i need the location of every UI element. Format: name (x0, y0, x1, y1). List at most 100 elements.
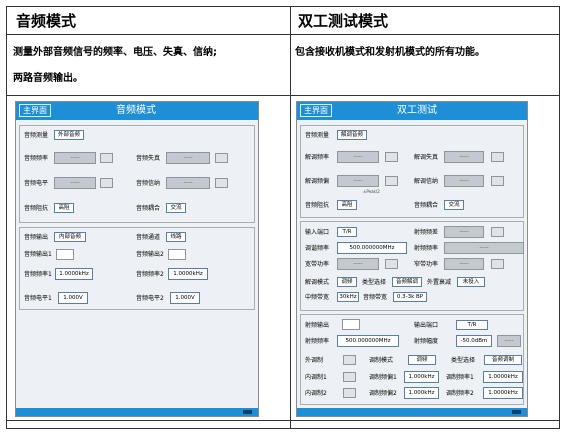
freq-toggle[interactable] (100, 153, 113, 163)
int-mod1-label: 内调制1 (305, 374, 327, 381)
column-divider (290, 7, 291, 428)
ext-atten-select[interactable]: 未投入 (457, 277, 485, 287)
rf-amp-input[interactable]: -50.0dBm (456, 335, 492, 347)
audio-mode-screen: 主界面 音频模式 音频测量 外部音频 音频频率 ----- 音频失真 -----… (15, 101, 259, 417)
freq1-input[interactable]: 1.0000kHz (55, 268, 93, 280)
input-port-select[interactable]: T/R (337, 227, 357, 237)
rf-amp-label: 射频幅度 (414, 338, 439, 345)
duplex-mode-description: 包含接收机模式和发射机模式的所有功能。 (295, 47, 485, 58)
rf-output-switch[interactable] (342, 319, 360, 330)
freq-label: 音频频率 (24, 155, 49, 162)
coupling-select[interactable]: 交流 (166, 203, 186, 213)
demod-section: 音频测量 解调音频 解调频率 ----- 解调失真 ----- 解调频偏 ---… (300, 125, 524, 218)
rf-freq-out-label: 射频频率 (305, 338, 330, 345)
mod-rate1-label: 调制频率1 (446, 374, 474, 381)
output2-label: 音频输出2 (136, 251, 164, 258)
rf-offset-toggle[interactable] (491, 227, 504, 237)
coupling-label: 音频耦合 (414, 202, 439, 209)
type-select[interactable]: 音频解调 (392, 277, 422, 287)
freq1-label: 音频频率1 (24, 271, 52, 278)
status-bar (297, 408, 527, 416)
coupling-select[interactable]: 交流 (444, 200, 464, 210)
level-label: 音频电平 (24, 180, 49, 187)
output-select[interactable]: 内部音频 (54, 232, 86, 242)
demod-dev-label: 解调频偏 (305, 178, 330, 185)
output-port-label: 输出端口 (414, 322, 439, 329)
distortion-display: ----- (166, 152, 210, 164)
demod-dist-toggle[interactable] (491, 152, 504, 162)
keyboard-icon[interactable] (243, 410, 252, 414)
demod-mode-select[interactable]: 调频 (337, 277, 357, 287)
demod-freq-toggle[interactable] (385, 152, 398, 162)
measure-select[interactable]: 解调音频 (337, 130, 367, 140)
distortion-toggle[interactable] (215, 153, 228, 163)
channel-select[interactable]: 线路 (166, 232, 186, 242)
volt1-input[interactable]: 1.000V (58, 292, 88, 304)
ext-atten-label: 外置衰减 (427, 279, 452, 286)
receiver-section: 输入端口 T/R 射频频差 ----- 调谐频率 500.000000MHz 射… (300, 221, 524, 311)
audio-bw-select[interactable]: 0.3-3k BP (393, 292, 427, 302)
channel-label: 音频通道 (136, 234, 161, 241)
output-port-select[interactable]: T/R (456, 320, 488, 330)
demod-dist-label: 解调失真 (414, 154, 439, 161)
status-bar (16, 408, 258, 416)
if-bw-select[interactable]: 30kHz (337, 292, 359, 302)
narrow-power-display: ----- (444, 258, 484, 270)
level-display: ----- (54, 177, 96, 189)
mod-mode-label: 调制模式 (369, 357, 394, 364)
impedance-select[interactable]: 高阻 (54, 203, 74, 213)
impedance-select[interactable]: 高阻 (337, 200, 357, 210)
mod-rate2-input[interactable]: 1.0000kHz (483, 387, 523, 399)
output1-switch[interactable] (56, 249, 74, 260)
tune-freq-input[interactable]: 500.000000MHz (337, 242, 407, 254)
demod-dev-toggle[interactable] (385, 176, 398, 186)
transmitter-section: 射频输出 输出端口 T/R 射频频率 500.000000MHz 射频幅度 -5… (300, 314, 524, 405)
int-mod1-toggle[interactable] (343, 372, 356, 382)
ext-mod-toggle[interactable] (343, 355, 356, 365)
int-mod2-label: 内调制2 (305, 390, 327, 397)
mod-dev2-input[interactable]: 1.000kHz (404, 387, 439, 399)
output1-label: 音频输出1 (24, 251, 52, 258)
audio-measure-section: 音频测量 外部音频 音频频率 ----- 音频失真 ----- 音频电平 ---… (19, 125, 255, 223)
row-divider-3 (7, 420, 559, 421)
demod-freq-label: 解调频率 (305, 154, 330, 161)
input-port-label: 输入端口 (305, 229, 330, 236)
rf-offset-display: ----- (444, 226, 484, 238)
home-button[interactable]: 主界面 (300, 104, 332, 117)
freq2-input[interactable]: 1.0000kHz (168, 268, 208, 280)
home-button[interactable]: 主界面 (19, 104, 51, 117)
sinad-label: 音频信纳 (136, 180, 161, 187)
freq-display: ----- (54, 152, 96, 164)
sinad-display: ----- (166, 177, 210, 189)
distortion-label: 音频失真 (136, 155, 161, 162)
mod-rate1-input[interactable]: 1.0000kHz (483, 371, 523, 383)
audio-mode-heading: 音频模式 (16, 12, 77, 30)
narrow-power-toggle[interactable] (491, 259, 504, 269)
level-toggle[interactable] (100, 178, 113, 188)
keyboard-icon[interactable] (512, 410, 521, 414)
coupling-label: 音频耦合 (136, 205, 161, 212)
mod-rate2-label: 调制频率2 (446, 390, 474, 397)
row-divider-1 (7, 34, 559, 35)
demod-freq-display: ----- (337, 151, 379, 163)
int-mod2-toggle[interactable] (343, 388, 356, 398)
rf-freq-out-input[interactable]: 500.000000MHz (337, 335, 399, 347)
volt2-input[interactable]: 1.000V (170, 292, 200, 304)
measure-label: 音频测量 (305, 132, 330, 139)
demod-dev-display: ----- (337, 175, 379, 187)
audio-mode-description-1: 测量外部音频信号的频率、电压、失真、信纳; (13, 47, 217, 58)
wide-power-label: 宽带功率 (305, 261, 330, 268)
mod-mode-select[interactable]: 调频 (408, 355, 436, 365)
mod-dev1-input[interactable]: 1.000kHz (404, 371, 439, 383)
duplex-test-screen: 主界面 双工测试 音频测量 解调音频 解调频率 ----- 解调失真 -----… (296, 101, 528, 417)
row-divider-2 (7, 95, 559, 96)
type-select2[interactable]: 音频调制 (484, 355, 522, 365)
sinad-toggle[interactable] (215, 178, 228, 188)
if-bw-label: 中频带宽 (305, 294, 330, 301)
wide-power-toggle[interactable] (385, 259, 398, 269)
demod-sinad-toggle[interactable] (491, 176, 504, 186)
mod-dev2-label: 调制频偏2 (369, 390, 397, 397)
output2-switch[interactable] (168, 249, 186, 260)
measure-select[interactable]: 外部音频 (54, 130, 84, 140)
volt1-label: 音频电平1 (24, 295, 52, 302)
